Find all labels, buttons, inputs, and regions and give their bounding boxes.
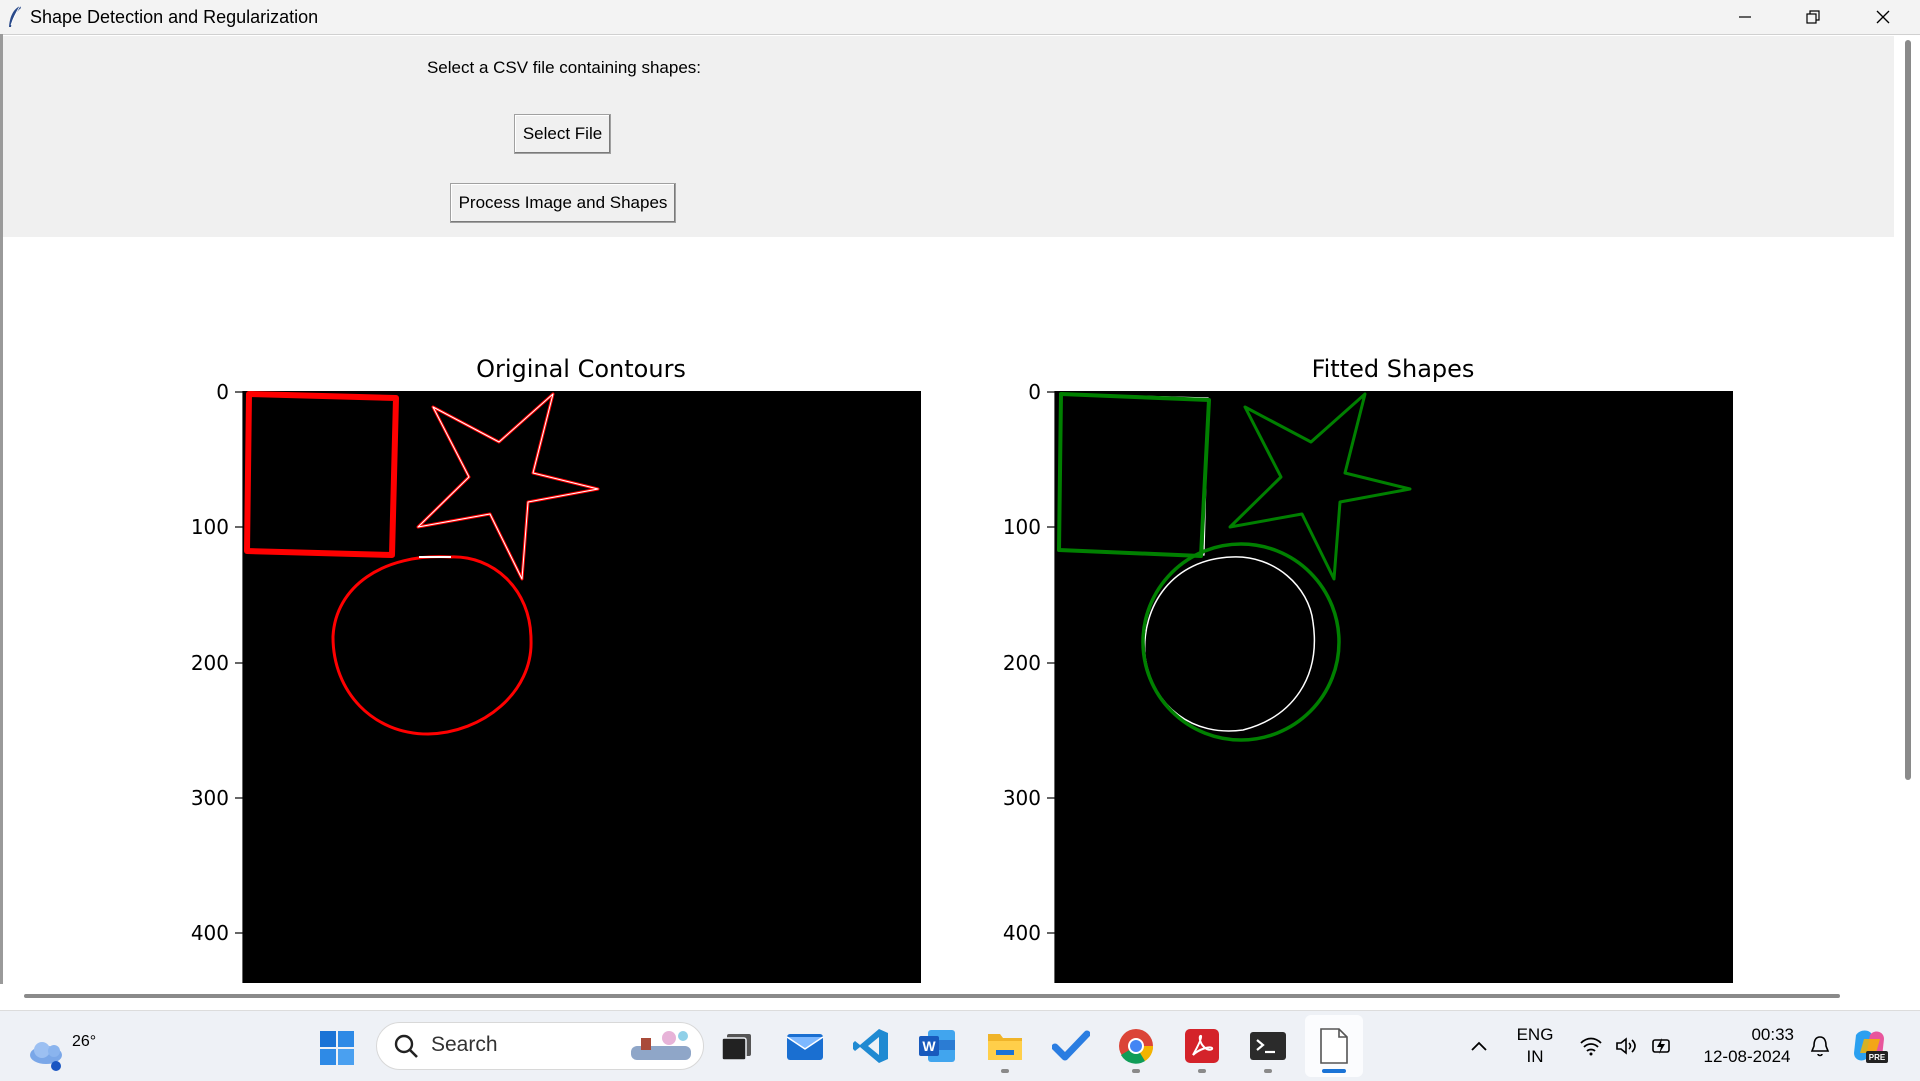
region-code: IN <box>1526 1047 1544 1066</box>
horizontal-scrollbar[interactable] <box>24 994 1840 998</box>
vscode-icon <box>853 1029 888 1063</box>
ytick-label: 100 <box>1003 515 1041 539</box>
chrome-app[interactable] <box>1111 1023 1161 1069</box>
acrobat-icon <box>1185 1029 1219 1063</box>
restore-button[interactable] <box>1778 0 1848 34</box>
image-area-fitted <box>1055 391 1733 983</box>
svg-text:PRE: PRE <box>1869 1053 1886 1062</box>
subplot-title-fitted: Fitted Shapes <box>1312 355 1475 383</box>
todo-app[interactable] <box>1046 1023 1096 1069</box>
terminal-app[interactable] <box>1243 1023 1293 1069</box>
yticks-fitted: 0 100 200 300 400 <box>1003 380 1055 945</box>
copilot-button[interactable]: PRE <box>1848 1025 1890 1067</box>
restore-icon <box>1806 10 1820 24</box>
windows-start-icon <box>320 1031 354 1065</box>
close-button[interactable] <box>1848 0 1918 34</box>
feather-icon <box>9 5 21 27</box>
battery-charging-icon <box>1652 1038 1670 1054</box>
weather-widget[interactable]: 26° <box>24 1023 96 1071</box>
running-indicator <box>1001 1069 1009 1073</box>
plot-canvas: Original Contours 0 100 200 300 400 Fitt… <box>3 237 1894 983</box>
process-button[interactable]: Process Image and Shapes <box>450 183 676 223</box>
ytick-label: 0 <box>1028 380 1041 404</box>
copilot-icon: PRE <box>1854 1030 1888 1063</box>
volume-icon <box>1616 1037 1636 1055</box>
taskbar-search[interactable]: Search <box>376 1022 704 1070</box>
ytick-label: 400 <box>191 921 229 945</box>
ytick-label: 200 <box>1003 651 1041 675</box>
acrobat-app[interactable] <box>1177 1023 1227 1069</box>
checkmark-icon <box>1052 1030 1090 1061</box>
chrome-icon <box>1119 1029 1154 1064</box>
ytick-label: 100 <box>191 515 229 539</box>
notepad-app[interactable] <box>1305 1015 1363 1077</box>
vscode-app[interactable] <box>846 1023 896 1069</box>
select-file-button[interactable]: Select File <box>514 114 611 154</box>
active-indicator <box>1322 1069 1346 1073</box>
ytick-label: 300 <box>191 786 229 810</box>
file-prompt-label: Select a CSV file containing shapes: <box>426 58 702 77</box>
running-indicator <box>1264 1069 1272 1073</box>
subplot-original: Original Contours 0 100 200 300 400 <box>191 355 921 983</box>
task-view-button[interactable] <box>712 1023 762 1069</box>
taskbar: 26° Search W ENG IN 00:33 12-08-2024 PRE <box>0 1010 1920 1081</box>
language-code: ENG <box>1516 1025 1554 1044</box>
mail-app[interactable] <box>780 1023 830 1069</box>
file-explorer-app[interactable] <box>980 1023 1030 1069</box>
start-button[interactable] <box>314 1025 360 1071</box>
figure: Original Contours 0 100 200 300 400 Fitt… <box>191 355 1733 983</box>
volume-status[interactable] <box>1613 1031 1639 1061</box>
search-icon <box>394 1034 418 1058</box>
tray-overflow-button[interactable] <box>1466 1031 1492 1061</box>
word-icon: W <box>919 1030 955 1062</box>
search-highlight-icon <box>631 1031 691 1060</box>
chevron-up-icon <box>1471 1041 1487 1051</box>
vertical-scrollbar[interactable] <box>1905 40 1911 780</box>
window-title: Shape Detection and Regularization <box>30 7 319 27</box>
close-icon <box>1876 10 1890 24</box>
notifications-button[interactable] <box>1806 1031 1834 1061</box>
language-indicator[interactable]: ENG IN <box>1508 1024 1562 1068</box>
word-app[interactable]: W <box>912 1023 962 1069</box>
weather-cloud-icon <box>30 1042 62 1071</box>
ytick-label: 300 <box>1003 786 1041 810</box>
yticks-original: 0 100 200 300 400 <box>191 380 243 945</box>
controls-panel: Select a CSV file containing shapes: Sel… <box>3 36 1894 237</box>
search-placeholder: Search <box>431 1033 498 1056</box>
clock[interactable]: 00:33 12-08-2024 <box>1692 1024 1802 1068</box>
subplot-title-original: Original Contours <box>476 355 686 383</box>
ytick-label: 0 <box>216 380 229 404</box>
subplot-fitted: Fitted Shapes 0 100 200 300 400 <box>1003 355 1733 983</box>
wifi-icon <box>1580 1037 1602 1056</box>
running-indicator <box>1198 1069 1206 1073</box>
battery-status[interactable] <box>1648 1031 1674 1061</box>
mail-icon <box>786 1034 824 1060</box>
folder-icon <box>988 1034 1022 1060</box>
wifi-status[interactable] <box>1578 1031 1604 1061</box>
bell-icon <box>1810 1036 1830 1057</box>
svg-text:W: W <box>922 1038 936 1054</box>
title-bar: Shape Detection and Regularization <box>0 0 1920 35</box>
ytick-label: 400 <box>1003 921 1041 945</box>
clock-date: 12-08-2024 <box>1703 1047 1791 1066</box>
clock-time: 00:33 <box>1751 1025 1794 1044</box>
weather-temperature: 26° <box>72 1033 97 1050</box>
minimize-icon <box>1739 16 1751 18</box>
ytick-label: 200 <box>191 651 229 675</box>
minimize-button[interactable] <box>1710 0 1780 34</box>
running-indicator <box>1132 1069 1140 1073</box>
task-view-icon <box>721 1034 751 1061</box>
document-icon <box>1320 1028 1348 1064</box>
terminal-icon <box>1250 1032 1286 1060</box>
